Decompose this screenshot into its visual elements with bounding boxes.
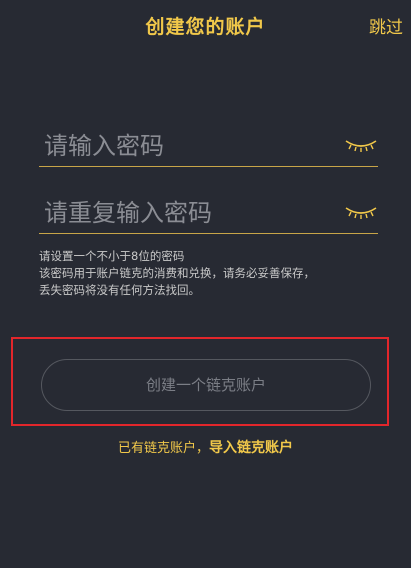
- password-field: [39, 127, 378, 167]
- create-account-screen: 创建您的账户 跳过 请设置一个不小于8位的密码 该密码用于账户链克的消费和兑换，…: [0, 0, 411, 568]
- hint-line: 该密码用于账户链克的消费和兑换，请务必妥善保存，: [39, 266, 315, 280]
- have-account-text: 已有链克账户，: [117, 441, 209, 456]
- import-account-link[interactable]: 导入链克账户: [209, 440, 293, 456]
- password-hint: 请设置一个不小于8位的密码 该密码用于账户链克的消费和兑换，请务必妥善保存， 丢…: [39, 248, 379, 299]
- hint-line: 请设置一个不小于8位的密码: [39, 249, 185, 263]
- password-input[interactable]: [44, 127, 334, 165]
- hint-line: 丢失密码将没有任何方法找回。: [39, 283, 200, 297]
- import-account-row: 已有链克账户，导入链克账户: [0, 437, 411, 457]
- eye-closed-icon[interactable]: [344, 135, 378, 155]
- password-repeat-input[interactable]: [44, 194, 334, 232]
- eye-closed-icon[interactable]: [344, 202, 378, 222]
- page-title: 创建您的账户: [145, 16, 266, 38]
- password-repeat-field: [39, 194, 378, 234]
- create-account-button[interactable]: 创建一个链克账户: [41, 359, 371, 411]
- skip-button[interactable]: 跳过: [369, 13, 403, 38]
- header: 创建您的账户 跳过: [0, 0, 411, 50]
